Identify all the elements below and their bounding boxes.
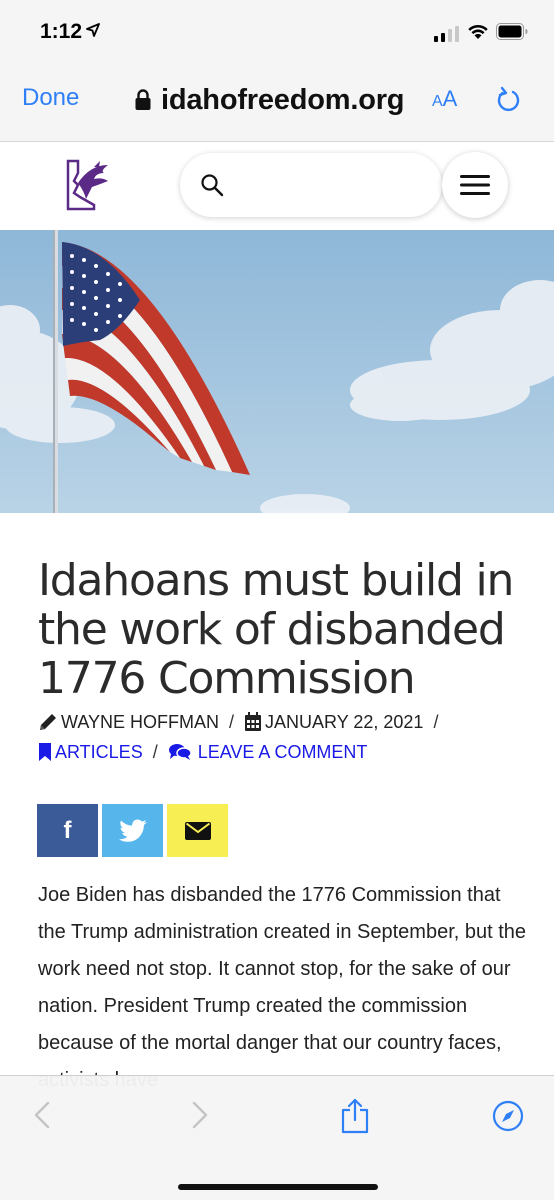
address-bar[interactable]: idahofreedom.org (135, 80, 405, 120)
leave-comment-link[interactable]: LEAVE A COMMENT (198, 737, 368, 767)
calendar-icon (245, 712, 262, 731)
site-header (0, 143, 554, 230)
cellular-signal-icon (434, 26, 459, 42)
twitter-share-button[interactable] (102, 804, 163, 857)
hamburger-menu-icon (460, 175, 490, 195)
share-icon[interactable] (340, 1098, 370, 1134)
url-text: idahofreedom.org (161, 83, 405, 116)
facebook-icon: f (63, 816, 72, 844)
hero-image-flag (0, 230, 554, 513)
meta-separator: / (152, 742, 158, 762)
facebook-share-button[interactable]: f (37, 804, 98, 857)
text-size-big-a: A (442, 86, 458, 111)
lock-icon (135, 89, 151, 110)
text-size-small-a: A (432, 93, 443, 110)
article-body: Joe Biden has disbanded the 1776 Commiss… (38, 884, 527, 1091)
meta-separator: / (433, 712, 439, 732)
forward-icon[interactable] (190, 1100, 210, 1130)
search-icon (201, 174, 224, 197)
bookmark-icon (39, 743, 51, 761)
email-share-button[interactable] (167, 804, 228, 857)
twitter-icon (118, 819, 147, 842)
status-time: 1:12 (40, 20, 83, 43)
category-link[interactable]: ARTICLES (55, 737, 143, 767)
share-buttons: f (37, 804, 228, 857)
status-bar: 1:12 (0, 0, 554, 62)
article-title: Idahoans must build in the work of disba… (38, 555, 514, 704)
browser-toolbar (0, 1075, 554, 1200)
wifi-icon (468, 24, 488, 39)
done-button[interactable]: Done (22, 84, 79, 112)
text-size-button[interactable]: AA (432, 86, 457, 112)
reload-icon[interactable] (495, 84, 521, 114)
article-date: JANUARY 22, 2021 (265, 712, 424, 732)
location-arrow-icon (86, 23, 100, 37)
article-meta: WAYNE HOFFMAN / JANUARY 22, 2021 / ARTIC… (38, 707, 528, 767)
compass-icon[interactable] (492, 1100, 524, 1132)
battery-icon (496, 23, 528, 40)
menu-button[interactable] (442, 152, 508, 218)
meta-separator: / (229, 712, 235, 732)
back-icon[interactable] (32, 1100, 52, 1130)
idaho-freedom-logo[interactable] (64, 159, 112, 211)
pencil-icon (40, 714, 56, 730)
email-icon (184, 821, 211, 840)
comments-icon (168, 744, 192, 760)
home-indicator (178, 1184, 378, 1190)
search-input[interactable] (180, 153, 442, 217)
article-author[interactable]: WAYNE HOFFMAN (61, 707, 219, 737)
browser-nav-bar: Done idahofreedom.org AA (0, 62, 554, 142)
